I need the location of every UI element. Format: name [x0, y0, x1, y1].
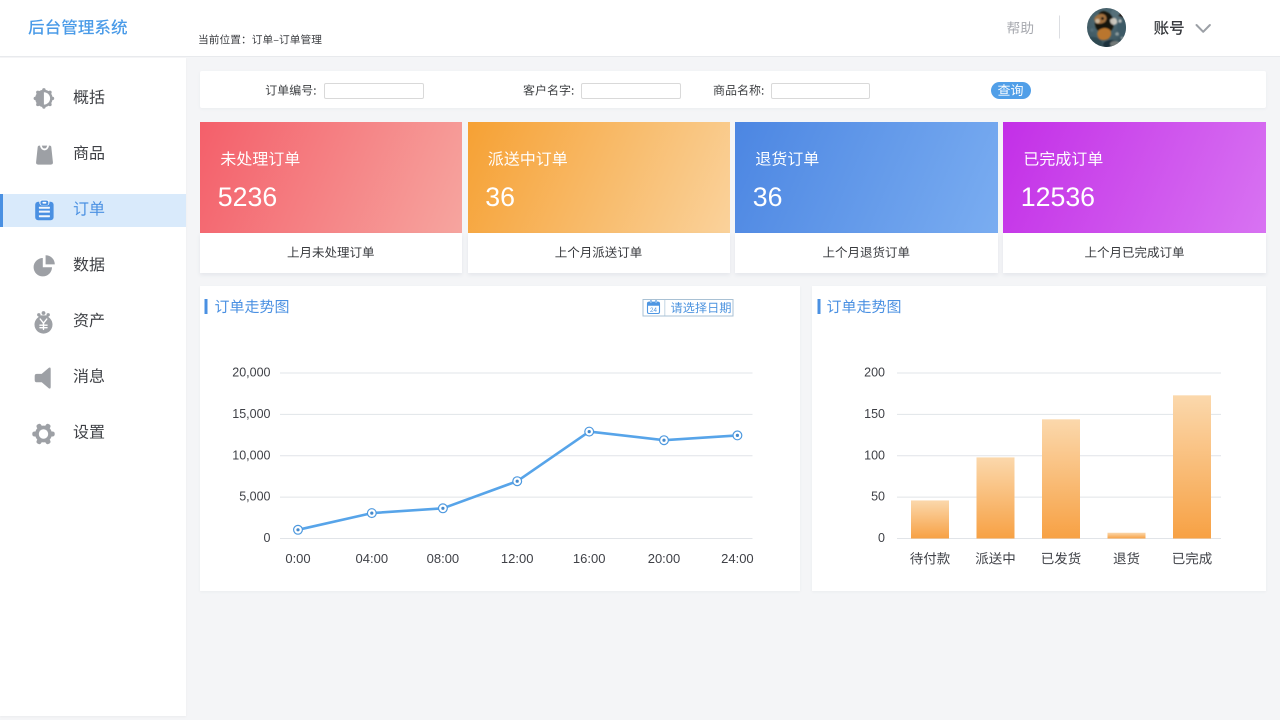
svg-text:50: 50 — [871, 490, 885, 504]
svg-text:0: 0 — [264, 531, 271, 545]
svg-text:10,000: 10,000 — [232, 448, 270, 462]
svg-text:200: 200 — [864, 366, 885, 380]
svg-text:08:00: 08:00 — [427, 551, 460, 566]
svg-text:5,000: 5,000 — [239, 490, 270, 504]
svg-text:100: 100 — [864, 448, 885, 462]
svg-text:0:00: 0:00 — [285, 551, 310, 566]
svg-text:0: 0 — [878, 531, 885, 545]
svg-text:16:00: 16:00 — [573, 551, 606, 566]
svg-text:20:00: 20:00 — [648, 551, 681, 566]
svg-text:15,000: 15,000 — [232, 407, 270, 421]
svg-text:36: 36 — [753, 182, 783, 212]
svg-text:04:00: 04:00 — [356, 551, 389, 566]
svg-text:20,000: 20,000 — [232, 366, 270, 380]
svg-text:36: 36 — [485, 182, 515, 212]
svg-text:24: 24 — [650, 307, 657, 314]
svg-text:24:00: 24:00 — [721, 551, 754, 566]
svg-text:12:00: 12:00 — [501, 551, 534, 566]
svg-text:12536: 12536 — [1021, 182, 1095, 212]
svg-text:150: 150 — [864, 407, 885, 421]
svg-text:5236: 5236 — [218, 182, 277, 212]
